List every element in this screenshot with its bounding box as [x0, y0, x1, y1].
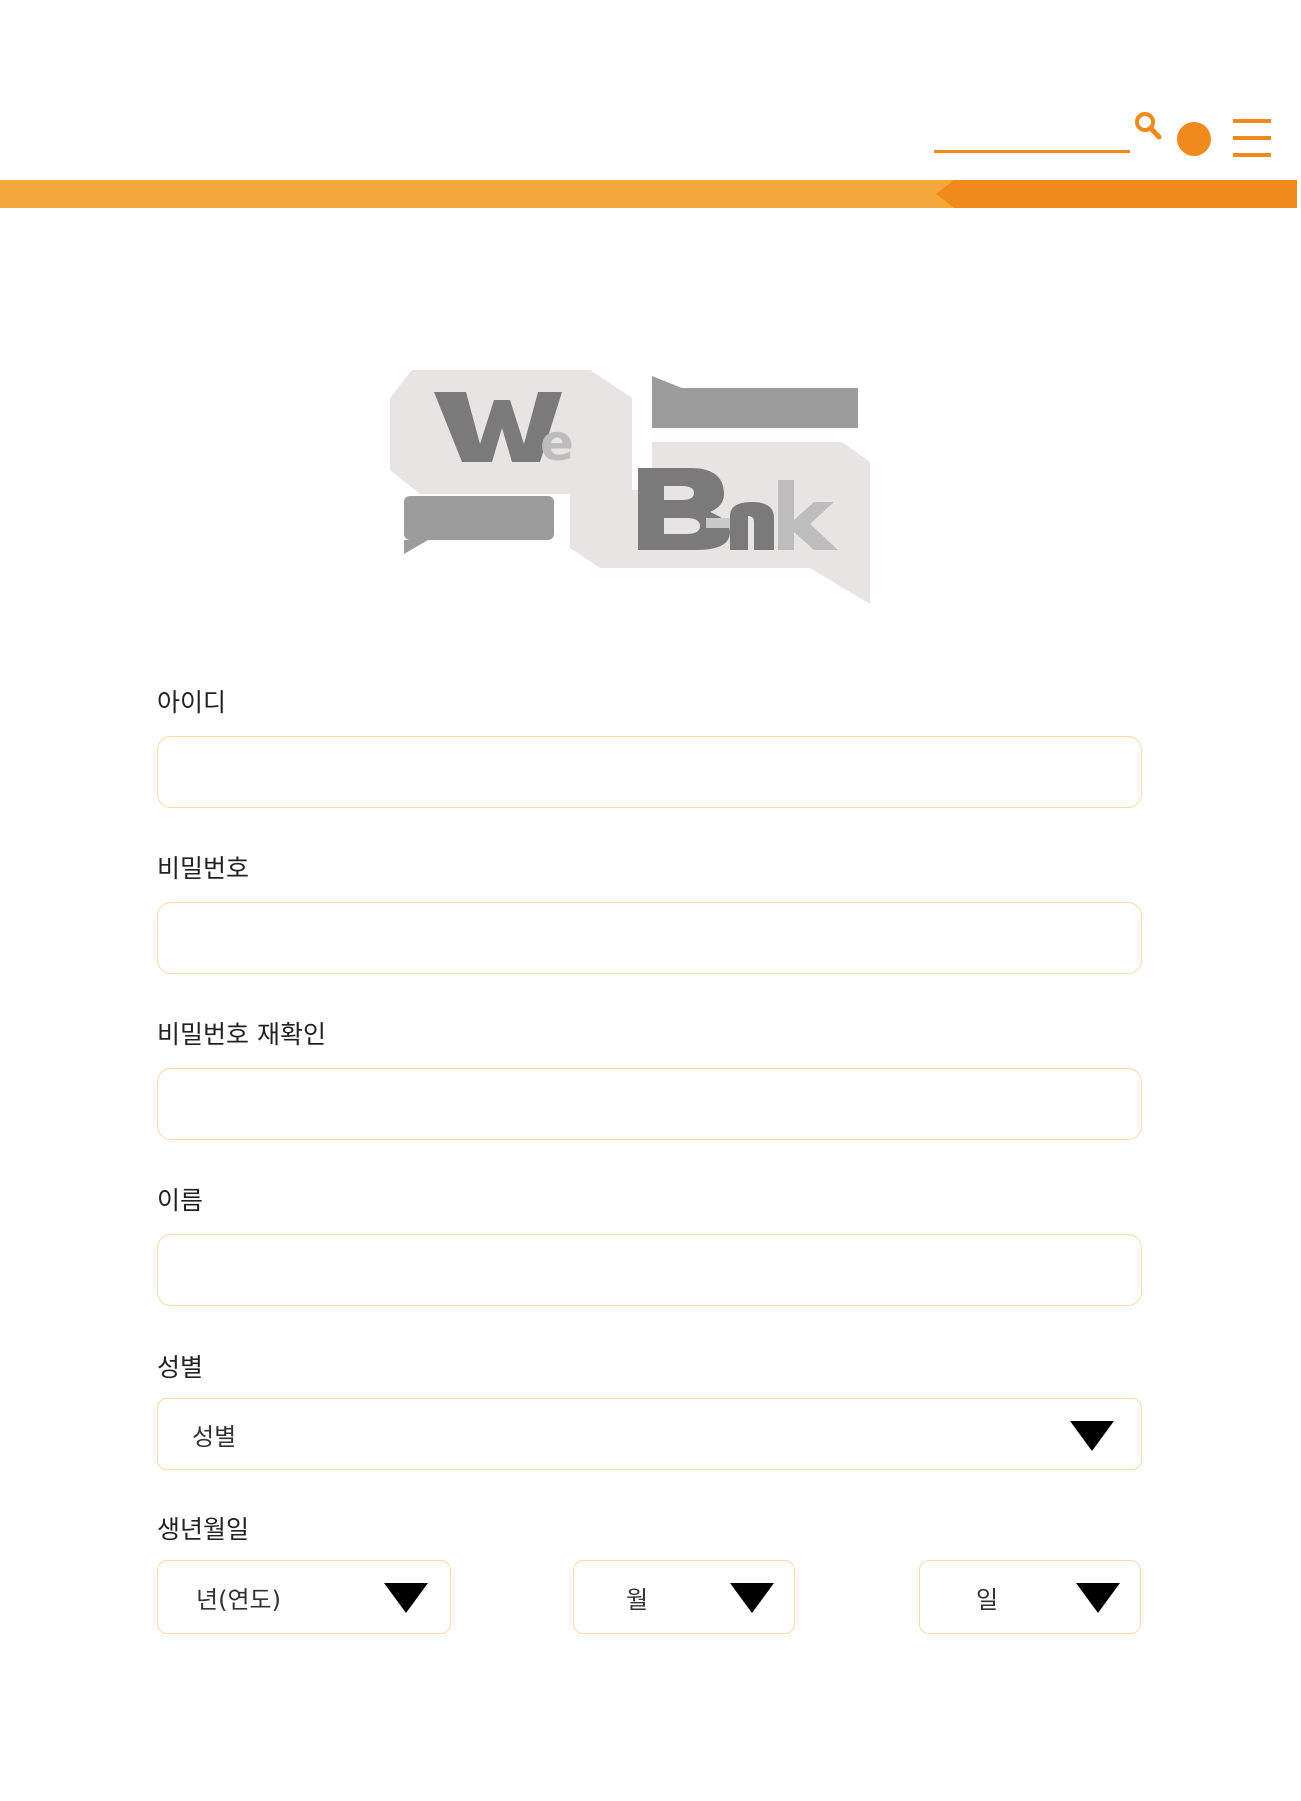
gender-label: 성별 [157, 1353, 204, 1382]
password-confirm-input[interactable] [157, 1068, 1142, 1140]
header-search [934, 110, 1163, 156]
search-icon[interactable] [1133, 110, 1163, 144]
svg-text:e: e [540, 414, 574, 472]
gender-select[interactable]: 성별 [157, 1398, 1142, 1470]
dropdown-arrow-icon [1070, 1421, 1114, 1451]
header-orange-bar [0, 180, 1297, 208]
dropdown-arrow-icon [730, 1583, 774, 1613]
id-label: 아이디 [157, 688, 227, 717]
password-label: 비밀번호 [157, 854, 250, 883]
id-input[interactable] [157, 736, 1142, 808]
birth-year-select-value: 년(연도) [196, 1585, 281, 1614]
birth-month-select[interactable]: 월 [573, 1560, 795, 1634]
birth-year-select[interactable]: 년(연도) [157, 1560, 451, 1634]
birth-month-select-value: 월 [626, 1585, 649, 1614]
dropdown-arrow-icon [1076, 1583, 1120, 1613]
gender-select-value: 성별 [192, 1422, 237, 1451]
name-label: 이름 [157, 1186, 204, 1215]
hamburger-menu-icon[interactable] [1233, 119, 1271, 157]
search-input[interactable] [934, 114, 1130, 153]
password-input[interactable] [157, 902, 1142, 974]
password-confirm-label: 비밀번호 재확인 [157, 1020, 326, 1049]
user-circle-icon[interactable] [1177, 122, 1211, 156]
birth-day-select[interactable]: 일 [919, 1560, 1141, 1634]
birth-day-select-value: 일 [976, 1585, 999, 1614]
name-input[interactable] [157, 1234, 1142, 1306]
webank-logo: e [390, 370, 870, 604]
dropdown-arrow-icon [384, 1583, 428, 1613]
birthdate-label: 생년월일 [157, 1515, 250, 1544]
